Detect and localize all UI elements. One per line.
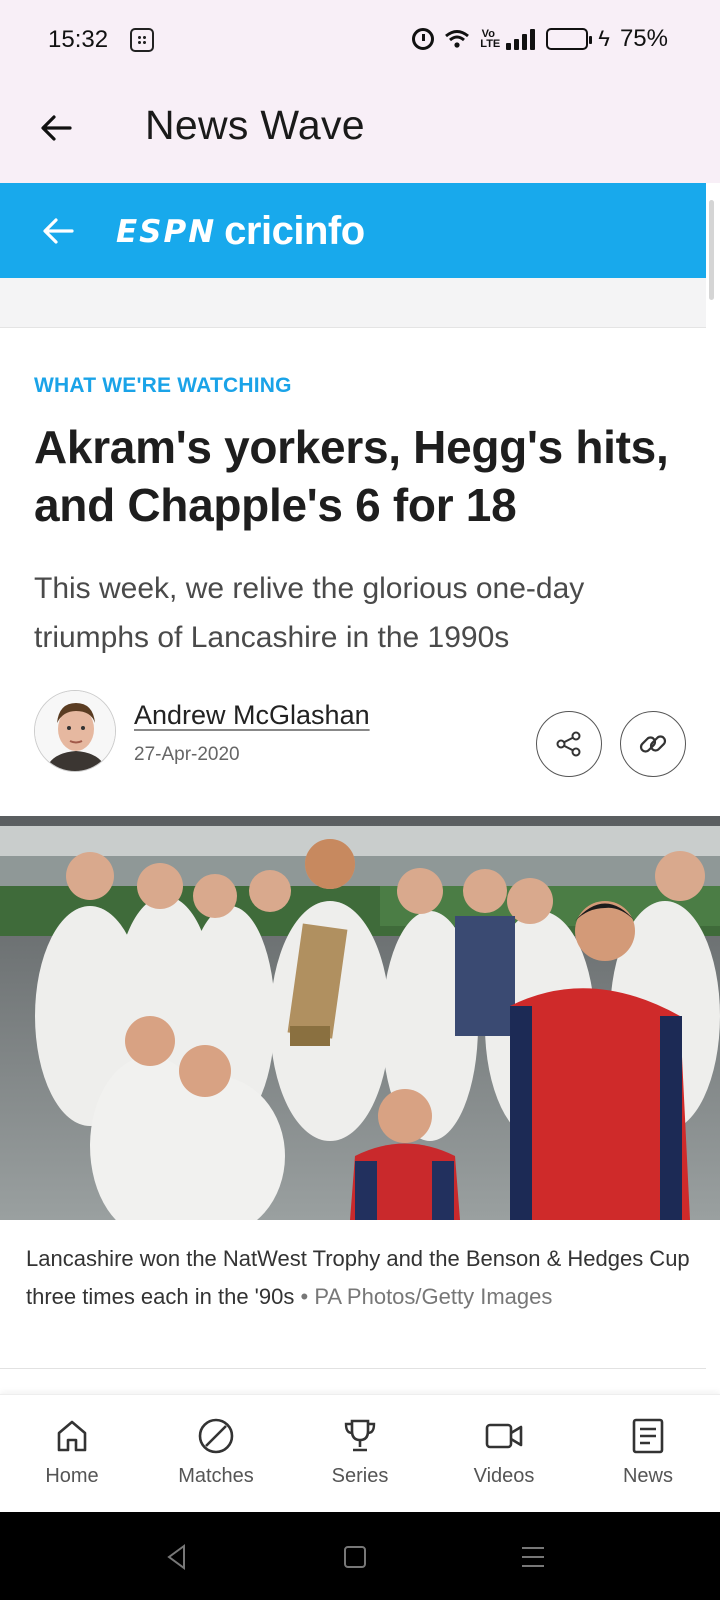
logo-word: cricinfo: [224, 209, 365, 253]
scrollbar[interactable]: [709, 200, 714, 300]
copy-link-button[interactable]: [620, 711, 686, 777]
wifi-icon: [445, 30, 470, 48]
status-time: 15:32: [48, 26, 109, 53]
video-icon: [485, 1423, 523, 1449]
divider: [0, 1368, 706, 1369]
system-nav-bar: [0, 1512, 720, 1600]
back-triangle-icon[interactable]: [160, 1540, 194, 1574]
notification-icon: [130, 28, 154, 52]
ball-icon: [198, 1418, 234, 1454]
home-icon: [57, 1420, 87, 1452]
app-bar: News Wave: [0, 82, 720, 183]
app-title: News Wave: [145, 102, 365, 148]
status-bar: 15:32 Vo LTE ϟ 75%: [0, 0, 720, 82]
source-header: ESPN cricinfo: [0, 183, 706, 278]
volte-icon: Vo LTE: [480, 28, 501, 50]
article-photo[interactable]: [0, 816, 720, 1220]
espn-cricinfo-logo[interactable]: ESPN cricinfo: [116, 209, 365, 254]
author-row: Andrew McGlashan 27-Apr-2020: [34, 690, 694, 777]
avatar-image: [35, 691, 115, 771]
battery-percent: 75%: [619, 25, 668, 52]
alarm-icon: [412, 28, 435, 50]
nav-news[interactable]: News: [576, 1395, 720, 1512]
home-square-icon[interactable]: [338, 1540, 372, 1574]
nav-news-label: News: [622, 1465, 673, 1487]
nav-matches-label: Matches: [178, 1465, 254, 1487]
menu-lines-icon[interactable]: [516, 1540, 550, 1574]
bottom-nav: Home Matches Series Videos News: [0, 1394, 720, 1512]
share-button[interactable]: [536, 711, 602, 777]
status-icons: Vo LTE ϟ 75%: [412, 24, 668, 54]
nav-home-label: Home: [45, 1465, 99, 1487]
article-headline: Akram's yorkers, Hegg's hits, and Chappl…: [34, 421, 669, 531]
signal-icon: [506, 28, 536, 50]
nav-series-label: Series: [331, 1465, 389, 1487]
link-icon: [639, 735, 667, 753]
nav-matches[interactable]: Matches: [144, 1395, 288, 1512]
nav-videos[interactable]: Videos: [432, 1395, 576, 1512]
author-avatar[interactable]: [34, 690, 116, 772]
back-arrow-icon[interactable]: [36, 108, 76, 148]
image-caption: Lancashire won the NatWest Trophy and th…: [26, 1240, 698, 1316]
publish-date: 27-Apr-2020: [134, 744, 240, 765]
caption-separator: •: [300, 1284, 309, 1309]
nav-videos-label: Videos: [473, 1465, 535, 1487]
news-icon: [632, 1418, 664, 1454]
ad-placeholder-band: [0, 278, 706, 328]
nav-home[interactable]: Home: [0, 1395, 144, 1512]
article-subhead: This week, we relive the glorious one-da…: [34, 572, 585, 654]
trophy-icon: [344, 1419, 376, 1452]
charging-icon: ϟ: [598, 26, 610, 51]
share-icon: [556, 731, 581, 757]
author-name-link[interactable]: Andrew McGlashan: [134, 700, 370, 731]
team-celebration-image: [0, 816, 720, 1220]
battery-icon: [546, 28, 593, 50]
article-kicker[interactable]: WHAT WE'RE WATCHING: [34, 374, 292, 398]
image-credit: PA Photos/Getty Images: [314, 1284, 553, 1309]
nav-series[interactable]: Series: [288, 1395, 432, 1512]
webview-back-icon[interactable]: [38, 211, 78, 251]
logo-mark: ESPN: [116, 213, 217, 250]
